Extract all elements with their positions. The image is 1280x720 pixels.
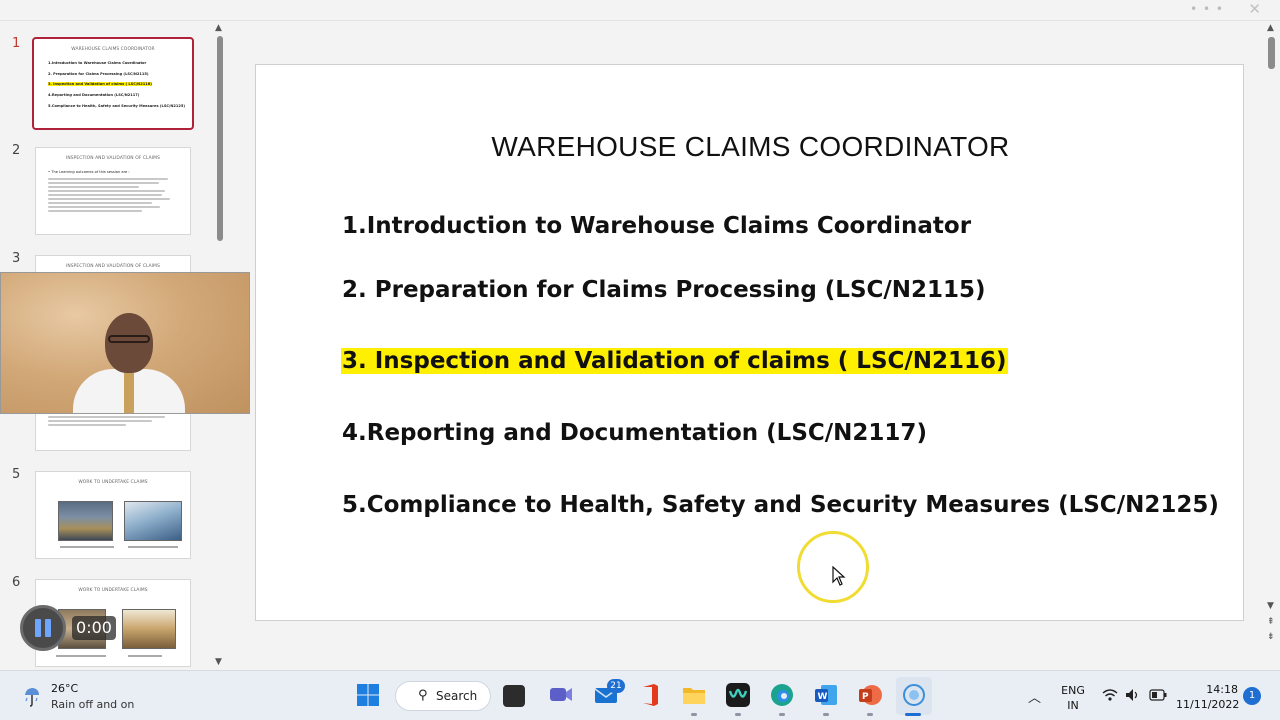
weather-description[interactable]: Rain off and on (51, 698, 134, 711)
weather-rain-icon[interactable] (20, 683, 44, 707)
thumbnail-item: 1.Introduction to Warehouse Claims Coord… (48, 61, 147, 65)
thumbnail-title: WORK TO UNDERTAKE CLAIMS (78, 480, 148, 485)
presenter-tie (124, 373, 134, 413)
language-code: ENG (1061, 684, 1085, 697)
running-indicator (779, 713, 785, 716)
thumbnail-slide-2[interactable]: INSPECTION AND VALIDATION OF CLAIMS • Th… (35, 147, 191, 235)
window-title-bar: • • • ✕ (0, 0, 1280, 21)
file-explorer-icon[interactable] (681, 682, 707, 708)
thumbnail-title: INSPECTION AND VALIDATION OF CLAIMS (66, 156, 160, 161)
search-label: Search (436, 689, 478, 703)
thumbnail-slide-5[interactable]: WORK TO UNDERTAKE CLAIMS (35, 471, 191, 559)
taskbar-search-box[interactable]: ⚲ Search (395, 681, 491, 711)
agenda-item-5: 5.Compliance to Health, Safety and Secur… (342, 492, 1219, 518)
thumbnail-text-lines (48, 178, 178, 214)
thumbnail-title: WORK TO UNDERTAKE CLAIMS (78, 588, 148, 593)
presenter-glasses (108, 335, 150, 343)
thumbnail-slide-1[interactable]: WAREHOUSE CLAIMS COORDINATOR 1.Introduct… (32, 37, 194, 130)
svg-text:P: P (862, 692, 869, 702)
agenda-item-4: 4.Reporting and Documentation (LSC/N2117… (342, 420, 927, 446)
presenter-head (105, 313, 153, 373)
thumbnail-number: 3 (12, 251, 21, 266)
running-indicator (735, 713, 741, 716)
agenda-item-1: 1.Introduction to Warehouse Claims Coord… (342, 213, 972, 239)
thumbnail-caption (56, 655, 106, 657)
scroll-down-arrow-icon[interactable]: ▼ (215, 657, 222, 667)
mouse-pointer-icon (832, 566, 846, 586)
thumbnail-image (124, 501, 182, 541)
thumbnail-text-lines (48, 416, 178, 428)
running-indicator (691, 713, 697, 716)
powerpoint-icon[interactable]: P (857, 682, 883, 708)
thumbnail-subtitle: • The Learning outcomes of this session … (48, 170, 130, 174)
thumbnail-item: 3. Inspection and Validation of claims (… (48, 82, 152, 86)
language-region: IN (1067, 699, 1079, 712)
battery-icon[interactable] (1149, 689, 1167, 701)
language-indicator[interactable]: ENG IN (1060, 683, 1086, 713)
thumbnail-image (122, 609, 176, 649)
clock-date: 11/11/2022 (1176, 698, 1240, 711)
screen-recorder-icon[interactable] (901, 682, 927, 708)
scrollbar-thumb[interactable] (217, 36, 223, 241)
running-indicator (867, 713, 873, 716)
scroll-down-arrow-icon[interactable]: ▼ (1267, 601, 1274, 611)
thumbnail-item: 2. Preparation for Claims Processing (LS… (48, 72, 149, 76)
windows-taskbar: 26°C Rain off and on ⚲ Search 21 W P ︿ E… (0, 670, 1280, 720)
scroll-up-arrow-icon[interactable]: ▲ (1267, 23, 1274, 33)
thumbnail-number: 1 (12, 36, 21, 51)
thumbnail-title: INSPECTION AND VALIDATION OF CLAIMS (66, 264, 160, 269)
pause-icon (35, 619, 53, 637)
weather-temperature[interactable]: 26°C (51, 682, 78, 695)
current-slide[interactable]: WAREHOUSE CLAIMS COORDINATOR 1.Introduct… (255, 64, 1244, 621)
running-indicator (823, 713, 829, 716)
notification-count-badge[interactable]: 1 (1243, 687, 1261, 705)
mail-unread-badge: 21 (607, 679, 625, 693)
thumbnail-caption (128, 655, 162, 657)
thumbnail-caption (128, 546, 178, 548)
thumbnail-item: 4.Reporting and Documentation (LSC/N2117… (48, 93, 140, 97)
more-dots-icon[interactable]: • • • (1190, 2, 1224, 16)
slide-title: WAREHOUSE CLAIMS COORDINATOR (491, 131, 1010, 162)
thumbnail-number: 6 (12, 575, 21, 590)
thumbnail-number: 2 (12, 143, 21, 158)
recording-media-control[interactable]: 0:00 (20, 603, 116, 653)
webex-icon[interactable] (725, 682, 751, 708)
slide-scrollbar[interactable]: ▲ ▼ ⇞ ⇟ (1264, 21, 1280, 670)
volume-icon[interactable] (1125, 688, 1141, 702)
thumbnail-number: 5 (12, 467, 21, 482)
active-indicator (905, 713, 921, 716)
thumbnail-item: 5.Compliance to Health, Safety and Secur… (48, 104, 186, 108)
clock-time: 14:18 (1206, 683, 1238, 696)
recording-timer: 0:00 (72, 616, 116, 640)
close-icon[interactable]: ✕ (1248, 0, 1261, 18)
svg-text:W: W (818, 692, 828, 702)
thumbnail-caption (60, 546, 114, 548)
teams-chat-icon[interactable] (548, 682, 574, 708)
show-hidden-icons-chevron-icon[interactable]: ︿ (1028, 687, 1041, 706)
word-icon[interactable]: W (813, 682, 839, 708)
agenda-item-3-highlighted: 3. Inspection and Validation of claims (… (341, 348, 1008, 374)
wifi-icon[interactable] (1102, 688, 1118, 702)
previous-slide-icon[interactable]: ⇞ (1267, 617, 1275, 627)
thumbnail-image (58, 501, 113, 541)
task-view-icon[interactable] (503, 685, 525, 707)
next-slide-icon[interactable]: ⇟ (1267, 632, 1275, 642)
system-clock[interactable]: 14:18 11/11/2022 (1176, 682, 1240, 712)
search-icon: ⚲ (418, 688, 428, 703)
office-icon[interactable] (637, 682, 663, 708)
thumbnail-title: WAREHOUSE CLAIMS COORDINATOR (71, 47, 155, 52)
scrollbar-thumb[interactable] (1268, 37, 1275, 69)
windows-start-icon[interactable] (355, 682, 381, 708)
edge-browser-icon[interactable] (769, 682, 795, 708)
webcam-video-overlay[interactable] (0, 272, 250, 414)
scroll-up-arrow-icon[interactable]: ▲ (215, 23, 222, 33)
agenda-item-2: 2. Preparation for Claims Processing (LS… (342, 277, 986, 303)
